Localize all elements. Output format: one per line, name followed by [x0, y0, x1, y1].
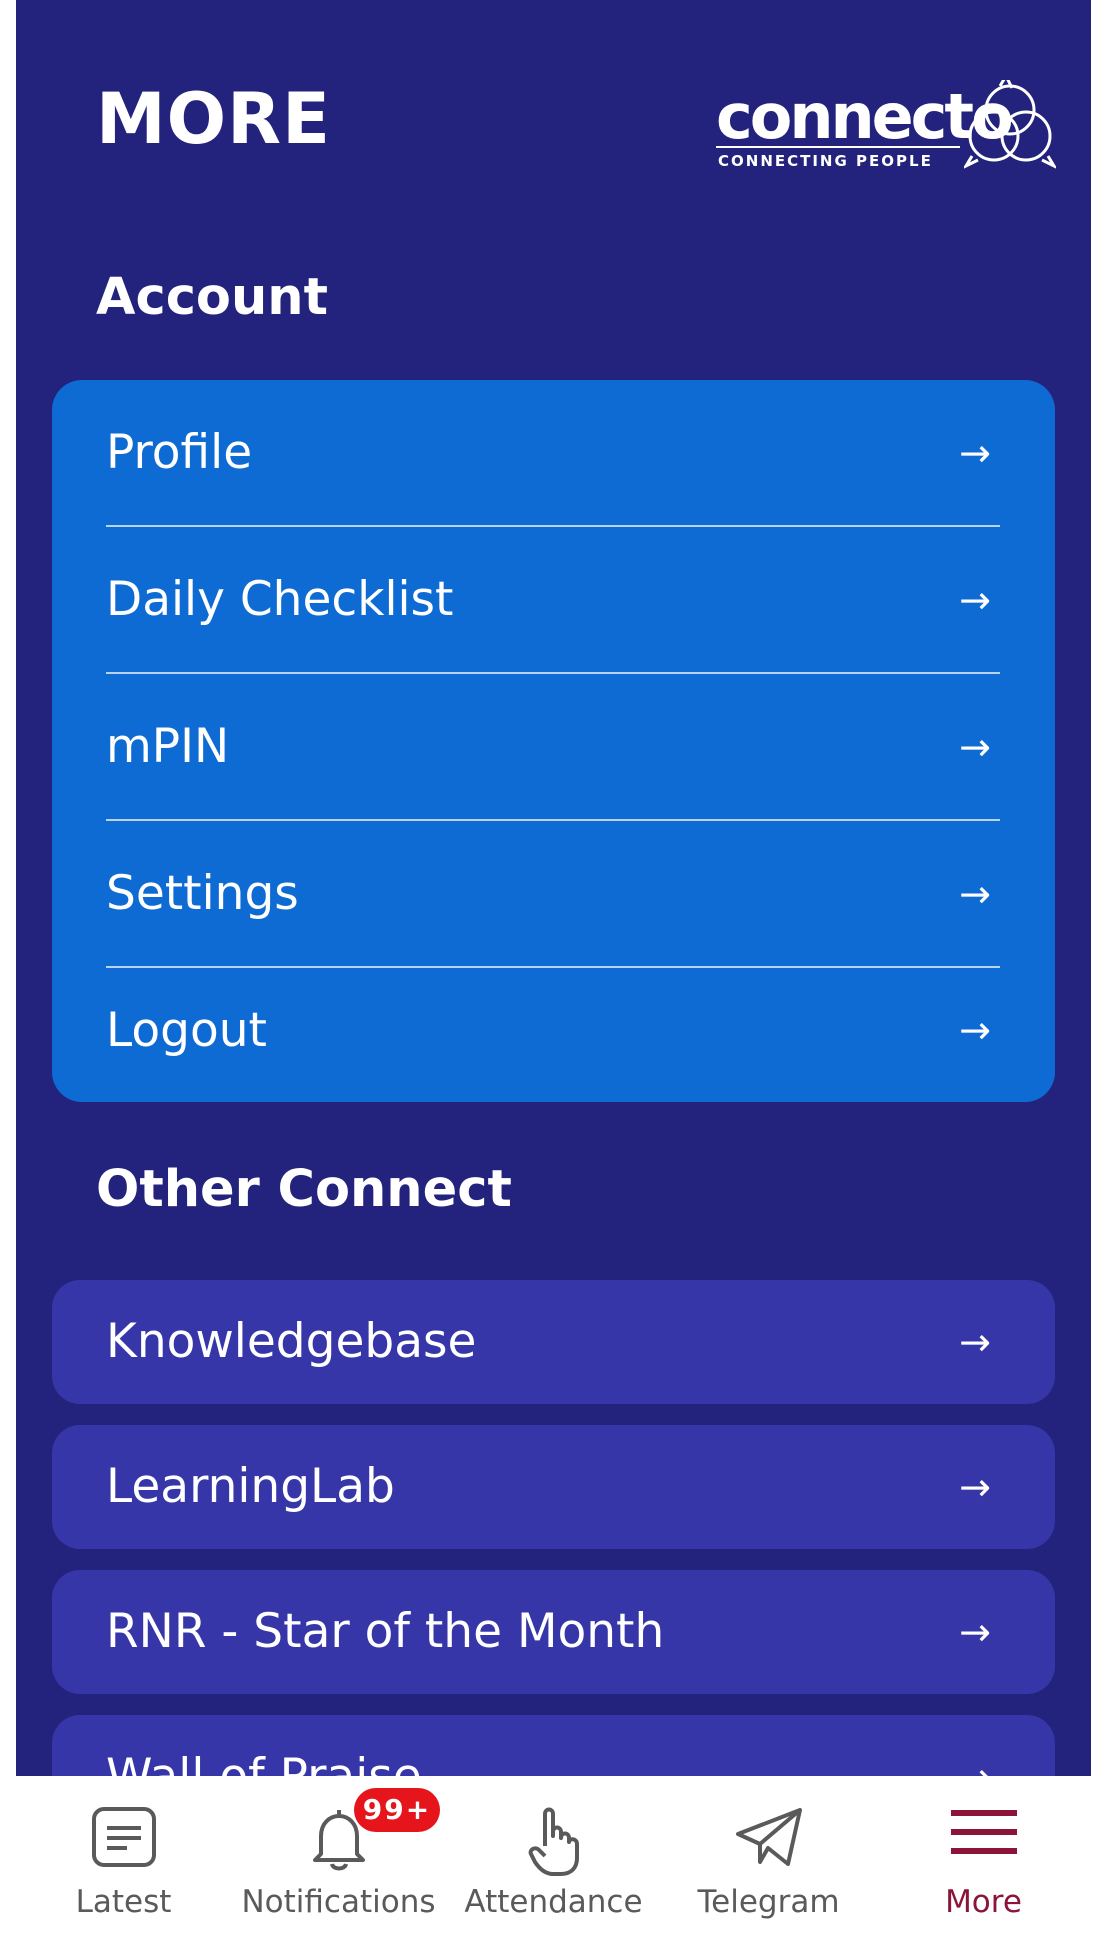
- menu-item-label: RNR - Star of the Month: [106, 1604, 665, 1659]
- nav-attendance[interactable]: Attendance: [446, 1776, 661, 1943]
- nav-label: Telegram: [697, 1884, 840, 1920]
- menu-item-label: Knowledgebase: [106, 1314, 477, 1369]
- hand-pointer-icon: [528, 1807, 579, 1876]
- menu-item-knowledgebase[interactable]: Knowledgebase →: [52, 1280, 1055, 1404]
- nav-label: Notifications: [241, 1884, 436, 1920]
- other-connect-section-title: Other Connect: [96, 1160, 512, 1219]
- arrow-right-icon: →: [959, 1008, 991, 1052]
- more-screen: MORE connecto CONNECTING PEOPLE Account …: [16, 0, 1091, 1943]
- arrow-right-icon: →: [959, 1610, 991, 1654]
- menu-item-label: Settings: [106, 866, 299, 921]
- account-card: Profile → Daily Checklist → mPIN → Setti…: [52, 380, 1055, 1102]
- arrow-right-icon: →: [959, 872, 991, 916]
- document-icon: [91, 1807, 156, 1867]
- arrow-right-icon: →: [959, 1320, 991, 1364]
- menu-item-label: Logout: [106, 1003, 267, 1058]
- hamburger-icon: [950, 1810, 1017, 1854]
- nav-more[interactable]: More: [876, 1776, 1091, 1943]
- notification-count-badge: 99+: [354, 1788, 440, 1832]
- nav-label: Latest: [75, 1884, 172, 1920]
- menu-item-learninglab[interactable]: LearningLab →: [52, 1425, 1055, 1549]
- logo-chat-bubbles-icon: [964, 80, 1056, 169]
- menu-item-label: Profile: [106, 425, 253, 480]
- account-section-title: Account: [96, 268, 328, 327]
- menu-item-rnr-star-of-the-month[interactable]: RNR - Star of the Month →: [52, 1570, 1055, 1694]
- header: MORE connecto CONNECTING PEOPLE: [16, 0, 1091, 240]
- menu-item-label: mPIN: [106, 719, 230, 774]
- logo-underline: [716, 146, 960, 148]
- nav-latest[interactable]: Latest: [16, 1776, 231, 1943]
- menu-item-label: Daily Checklist: [106, 572, 454, 627]
- paper-plane-icon: [735, 1808, 802, 1866]
- menu-item-daily-checklist[interactable]: Daily Checklist →: [52, 527, 1055, 673]
- bottom-navigation: Latest Notifications Attendance Telegram…: [16, 1776, 1091, 1943]
- logo-tagline: CONNECTING PEOPLE: [718, 152, 933, 170]
- nav-label: More: [945, 1884, 1022, 1920]
- menu-item-label: LearningLab: [106, 1459, 395, 1514]
- arrow-right-icon: →: [959, 1465, 991, 1509]
- menu-item-mpin[interactable]: mPIN →: [52, 674, 1055, 820]
- menu-item-logout[interactable]: Logout →: [52, 958, 1055, 1102]
- arrow-right-icon: →: [959, 578, 991, 622]
- nav-label: Attendance: [464, 1884, 643, 1920]
- arrow-right-icon: →: [959, 431, 991, 475]
- nav-telegram[interactable]: Telegram: [661, 1776, 876, 1943]
- connecto-logo: connecto CONNECTING PEOPLE: [716, 80, 1076, 180]
- menu-item-settings[interactable]: Settings →: [52, 821, 1055, 967]
- page-title: MORE: [96, 78, 331, 160]
- menu-item-profile[interactable]: Profile →: [52, 380, 1055, 526]
- arrow-right-icon: →: [959, 725, 991, 769]
